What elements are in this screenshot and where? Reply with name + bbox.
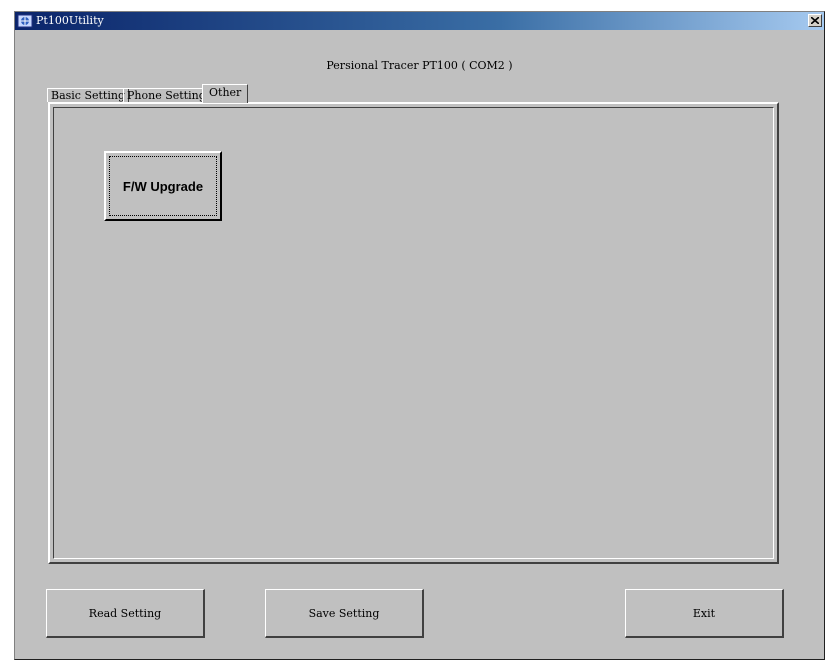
app-window: Pt100Utility Persional Tracer PT100 ( CO…	[14, 11, 825, 660]
exit-label: Exit	[692, 606, 716, 620]
tab-basic-setting[interactable]: Basic Setting	[47, 88, 129, 102]
exit-button[interactable]: Exit	[625, 589, 784, 638]
window-title: Pt100Utility	[36, 14, 104, 27]
fw-upgrade-label: F/W Upgrade	[122, 178, 204, 194]
device-label: Persional Tracer PT100 ( COM2 )	[326, 59, 513, 72]
save-setting-label: Save Setting	[308, 606, 380, 620]
save-setting-button[interactable]: Save Setting	[265, 589, 424, 638]
title-bar[interactable]: Pt100Utility	[15, 12, 824, 30]
read-setting-label: Read Setting	[88, 606, 162, 620]
tab-other[interactable]: Other	[202, 84, 249, 103]
tab-phone-setting[interactable]: Phone Setting	[123, 88, 210, 102]
fw-upgrade-button[interactable]: F/W Upgrade	[104, 151, 222, 221]
close-button[interactable]	[808, 14, 822, 27]
app-icon	[17, 14, 33, 28]
read-setting-button[interactable]: Read Setting	[46, 589, 205, 638]
close-icon	[811, 17, 819, 24]
